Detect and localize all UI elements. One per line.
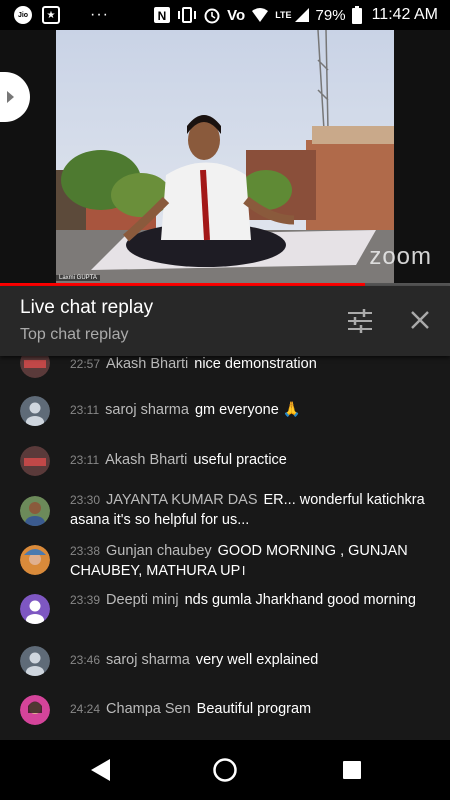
expand-panel-button[interactable] — [0, 72, 30, 122]
message-time: 23:11 — [70, 453, 100, 467]
wifi-calling-icon — [252, 8, 269, 22]
message-text: gm everyone 🙏 — [194, 402, 301, 418]
back-icon[interactable] — [88, 757, 114, 783]
alarm-icon — [204, 8, 220, 24]
message-text: nds gumla Jharkhand good morning — [184, 592, 416, 608]
message-text: very well explained — [195, 652, 319, 668]
yoga-video-still — [56, 30, 394, 283]
chat-header: Live chat replay Top chat replay — [0, 286, 450, 356]
battery-icon — [351, 6, 362, 24]
message-text: useful practice — [193, 452, 287, 468]
zoom-watermark: zoom — [369, 243, 432, 270]
message-time: 22:57 — [70, 357, 101, 371]
svg-text:N: N — [158, 9, 167, 23]
recents-icon[interactable] — [339, 757, 365, 783]
video-player[interactable]: Laxmi GUPTA zoom — [0, 30, 450, 283]
youtube-star-icon: ★ — [42, 6, 60, 24]
message-time: 23:38 — [70, 544, 101, 558]
message-time: 23:30 — [70, 493, 101, 507]
message-author[interactable]: Deepti minj — [106, 592, 179, 608]
message-time: 23:39 — [70, 593, 101, 607]
more-notifications: ··· — [90, 6, 109, 23]
message-time: 23:46 — [70, 653, 101, 667]
chat-mode-selector[interactable]: Top chat replay — [20, 326, 129, 344]
message-author[interactable]: Champa Sen — [106, 701, 191, 717]
chat-title: Live chat replay — [20, 297, 154, 318]
signal-icon — [294, 8, 309, 22]
filter-icon[interactable] — [346, 308, 374, 334]
nfc-icon: N — [154, 7, 171, 23]
status-bar: Jio ★ ··· N Vo LTE 79% 11:42 AM — [0, 0, 450, 30]
avatar[interactable] — [20, 594, 50, 624]
message-time: 23:11 — [70, 403, 100, 417]
video-frame: Laxmi GUPTA — [56, 30, 394, 283]
avatar[interactable] — [20, 396, 50, 426]
message-text: nice demonstration — [194, 356, 317, 372]
battery-percent: 79% — [315, 6, 346, 24]
system-nav-bar — [0, 740, 450, 800]
message-author[interactable]: JAYANTA KUMAR DAS — [106, 492, 257, 508]
home-icon[interactable] — [212, 757, 238, 783]
message-author[interactable]: Akash Bharti — [106, 356, 188, 372]
message-author[interactable]: Akash Bharti — [105, 452, 187, 468]
chevron-right-icon — [7, 91, 14, 103]
jio-icon: Jio — [14, 6, 32, 24]
clock: 11:42 AM — [371, 6, 438, 23]
avatar[interactable] — [20, 446, 50, 476]
close-icon[interactable] — [408, 308, 432, 332]
message-author[interactable]: saroj sharma — [106, 652, 190, 668]
vibrate-icon — [178, 7, 197, 23]
message-time: 24:24 — [70, 702, 101, 716]
message-author[interactable]: Gunjan chaubey — [106, 543, 212, 559]
volte-label: Vo — [227, 6, 246, 24]
avatar[interactable] — [20, 695, 50, 725]
message-author[interactable]: saroj sharma — [105, 402, 189, 418]
avatar[interactable] — [20, 356, 50, 378]
avatar[interactable] — [20, 646, 50, 676]
message-text: Beautiful program — [196, 701, 312, 717]
participant-name-tag: Laxmi GUPTA — [56, 275, 100, 281]
avatar[interactable] — [20, 545, 50, 575]
chat-message-list[interactable]: 22:57 Akash Bharti nice demonstration 23:1… — [0, 356, 450, 740]
avatar[interactable] — [20, 496, 50, 526]
network-type: LTE — [275, 10, 292, 20]
